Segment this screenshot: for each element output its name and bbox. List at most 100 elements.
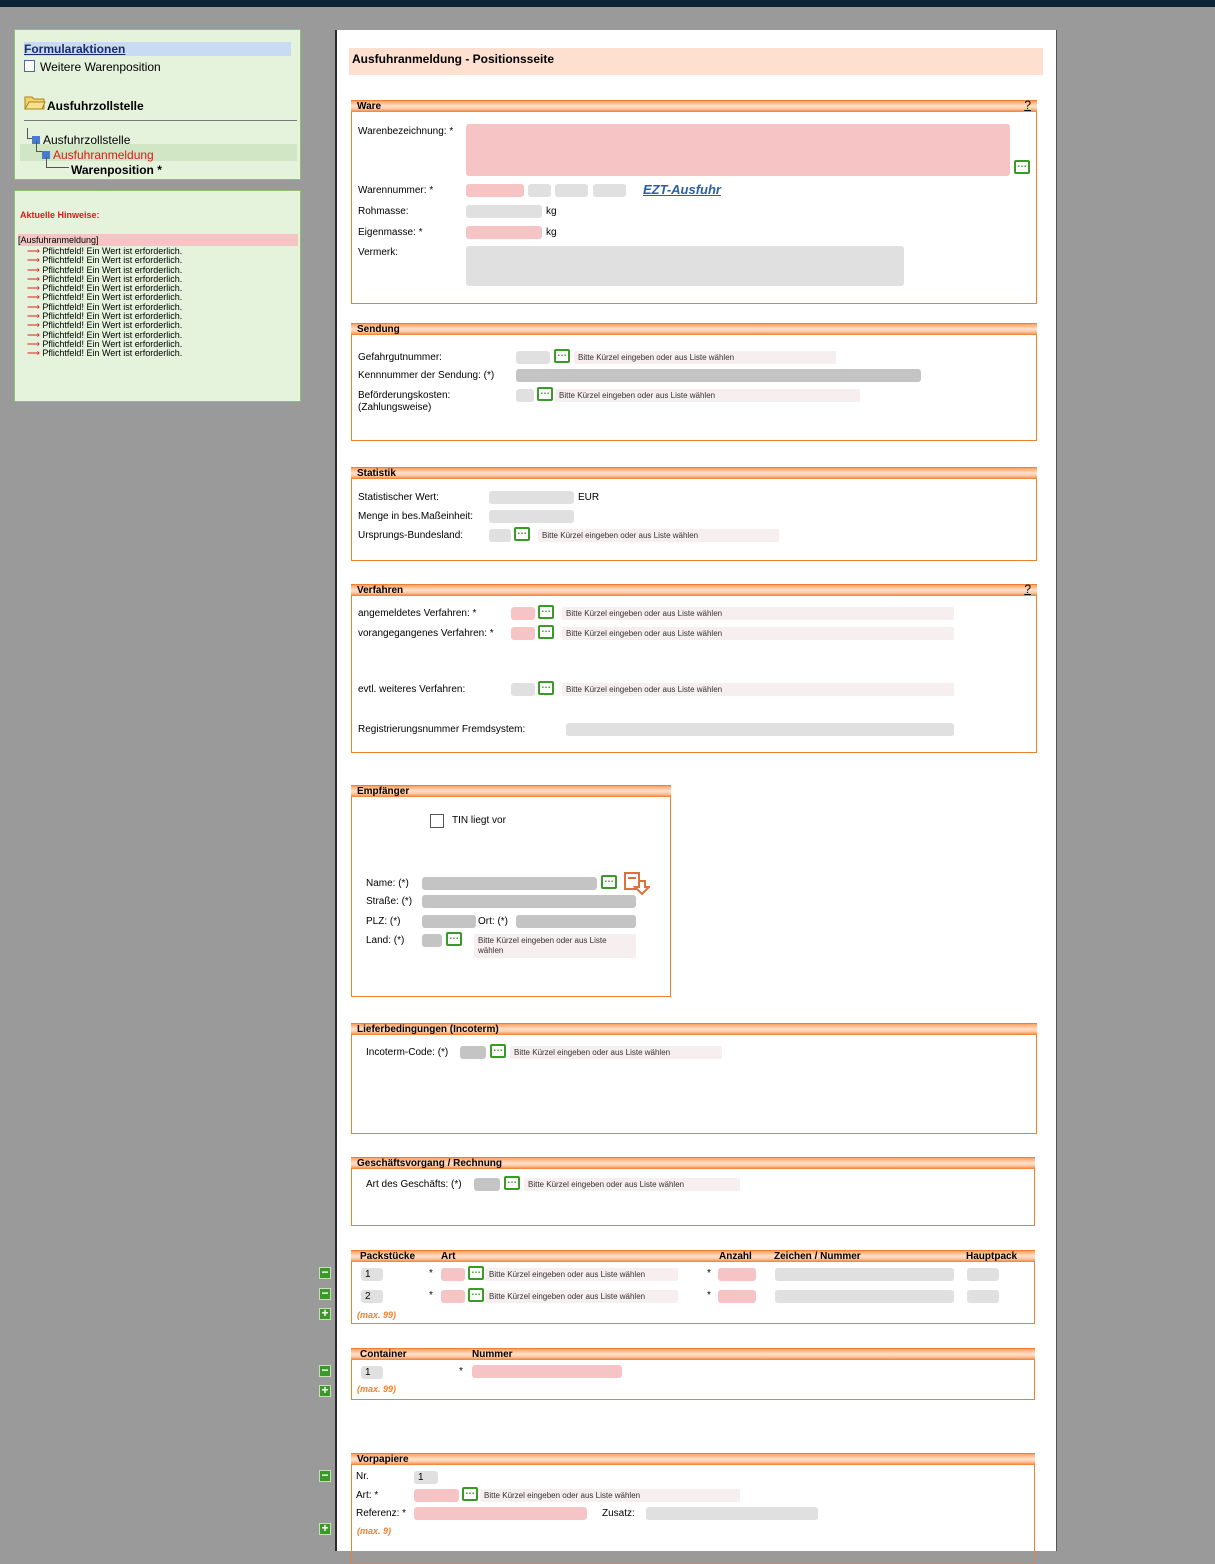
remove-row-button[interactable]: − <box>319 1287 331 1300</box>
warennummer-field-3[interactable] <box>555 184 588 197</box>
packstueck-anzahl-field[interactable] <box>718 1290 756 1303</box>
gefahrgut-lookup-button[interactable]: … <box>554 349 570 363</box>
section-packstuecke: Packstücke Art Anzahl Zeichen / Nummer H… <box>351 1250 1035 1324</box>
folder-icon <box>24 93 46 114</box>
referenz-label: Referenz: * <box>356 1508 407 1519</box>
land-field[interactable] <box>422 934 442 947</box>
office-title: Ausfuhrzollstelle <box>47 99 144 113</box>
add-row-button[interactable]: + <box>319 1307 331 1320</box>
packstueck-art-field[interactable] <box>441 1290 465 1303</box>
remove-row-button[interactable]: − <box>319 1266 331 1279</box>
incoterm-lookup-button[interactable]: … <box>490 1044 506 1058</box>
packstueck-art-field[interactable] <box>441 1268 465 1281</box>
referenz-field[interactable] <box>414 1507 587 1520</box>
angemeldet-field[interactable] <box>511 607 535 620</box>
section-sendung-header: Sendung <box>351 323 1037 335</box>
geschaeftsart-label: Art des Geschäfts: (*) <box>366 1179 462 1190</box>
vorpapier-art-lookup-button[interactable]: … <box>462 1487 478 1501</box>
weiteres-lookup-button[interactable]: … <box>538 681 554 695</box>
packstueck-nr-field[interactable]: 2 <box>361 1290 383 1303</box>
packstueck-hauptpack-field[interactable] <box>967 1268 999 1281</box>
help-icon[interactable]: ? <box>1024 583 1031 595</box>
art-label: Art: * <box>356 1490 379 1501</box>
add-row-button[interactable]: + <box>319 1384 331 1397</box>
eigenmasse-unit: kg <box>546 227 557 238</box>
statistischer-wert-field[interactable] <box>489 491 574 504</box>
packstueck-art-lookup-button[interactable]: … <box>468 1266 484 1280</box>
warenbezeichnung-label: Warenbezeichnung: * <box>358 126 454 137</box>
befoerderung-field[interactable] <box>516 389 534 402</box>
add-row-button[interactable]: + <box>319 1522 331 1535</box>
section-empfaenger: Empfänger TIN liegt vor Name: (*) … Stra… <box>351 785 671 997</box>
name-field[interactable] <box>422 877 597 890</box>
help-icon[interactable]: ? <box>1024 99 1031 111</box>
container-nr-field[interactable]: 1 <box>361 1366 383 1379</box>
packstueck-zeichen-field[interactable] <box>775 1268 954 1281</box>
packstueck-anzahl-field[interactable] <box>718 1268 756 1281</box>
vorpapier-nr-field[interactable]: 1 <box>414 1471 438 1484</box>
eigenmasse-field[interactable] <box>466 226 542 239</box>
strasse-field[interactable] <box>422 895 636 908</box>
table-row: 1 * … Bitte Kürzel eingeben oder aus Lis… <box>352 1266 1034 1282</box>
vermerk-field[interactable] <box>466 246 904 286</box>
incoterm-hint: Bitte Kürzel eingeben oder aus Liste wäh… <box>510 1046 722 1059</box>
kennnummer-field[interactable] <box>516 369 921 382</box>
geschaeftsart-lookup-button[interactable]: … <box>504 1176 520 1190</box>
hint-message[interactable]: ⟶ Pflichtfeld! Ein Wert ist erforderlich… <box>27 349 182 358</box>
section-vorpapiere: Vorpapiere Nr. 1 Art: * … Bitte Kürzel e… <box>351 1453 1035 1564</box>
ort-field[interactable] <box>516 915 636 928</box>
rohmasse-field[interactable] <box>466 205 542 218</box>
gefahrgut-label: Gefahrgutnummer: <box>358 352 442 363</box>
section-sendung: Sendung Gefahrgutnummer: … Bitte Kürzel … <box>351 323 1037 441</box>
weiteres-field[interactable] <box>511 683 535 696</box>
angemeldet-label: angemeldetes Verfahren: * <box>358 608 477 619</box>
section-statistik-header: Statistik <box>351 467 1037 479</box>
rohmasse-label: Rohmasse: <box>358 206 409 217</box>
incoterm-label: Incoterm-Code: (*) <box>366 1047 449 1058</box>
section-container: Container Nummer 1 * (max. 99) <box>351 1348 1035 1400</box>
packstueck-zeichen-field[interactable] <box>775 1290 954 1303</box>
section-geschaeftsvorgang: Geschäftsvorgang / Rechnung Art des Gesc… <box>351 1157 1035 1226</box>
vorangegangen-lookup-button[interactable]: … <box>538 625 554 639</box>
menge-field[interactable] <box>489 510 574 523</box>
container-nummer-field[interactable] <box>472 1365 622 1378</box>
warennummer-field-1[interactable] <box>466 184 524 197</box>
divider <box>24 120 297 121</box>
packstueck-nr-field[interactable]: 1 <box>361 1268 383 1281</box>
tree-item-position[interactable]: Warenposition * <box>71 163 162 177</box>
angemeldet-hint: Bitte Kürzel eingeben oder aus Liste wäh… <box>562 607 954 620</box>
packstueck-art-lookup-button[interactable]: … <box>468 1288 484 1302</box>
befoerderung-label: Beförderungskosten: (Zahlungsweise) <box>358 390 451 413</box>
table-row: 2 * … Bitte Kürzel eingeben oder aus Lis… <box>352 1288 1034 1304</box>
add-position-action[interactable]: Weitere Warenposition <box>24 60 161 74</box>
registrierung-field[interactable] <box>566 723 954 736</box>
bundesland-field[interactable] <box>489 529 511 542</box>
vorangegangen-field[interactable] <box>511 627 535 640</box>
bundesland-hint: Bitte Kürzel eingeben oder aus Liste wäh… <box>538 529 779 542</box>
warennummer-field-4[interactable] <box>593 184 626 197</box>
ezt-ausfuhr-link[interactable]: EZT-Ausfuhr <box>643 182 721 197</box>
land-lookup-button[interactable]: … <box>446 932 462 946</box>
name-lookup-button[interactable]: … <box>601 875 617 889</box>
warenbezeichnung-field[interactable] <box>466 124 1010 176</box>
warenbezeichnung-lookup-button[interactable]: … <box>1014 160 1030 174</box>
hints-panel: Aktuelle Hinweise: [Ausfuhranmeldung] ⟶ … <box>14 190 301 402</box>
vorpapier-art-field[interactable] <box>414 1489 459 1502</box>
geschaeftsart-field[interactable] <box>474 1178 500 1191</box>
angemeldet-lookup-button[interactable]: … <box>538 605 554 619</box>
tin-label: TIN liegt vor <box>452 815 506 826</box>
nr-label: Nr. <box>356 1471 369 1482</box>
remove-row-button[interactable]: − <box>319 1364 331 1377</box>
remove-row-button[interactable]: − <box>319 1469 331 1482</box>
gefahrgut-field[interactable] <box>516 351 550 364</box>
strasse-label: Straße: (*) <box>366 896 413 907</box>
incoterm-field[interactable] <box>460 1046 486 1059</box>
zusatz-field[interactable] <box>646 1507 818 1520</box>
tin-checkbox[interactable] <box>430 814 444 828</box>
packstueck-hauptpack-field[interactable] <box>967 1290 999 1303</box>
warennummer-field-2[interactable] <box>528 184 551 197</box>
bundesland-lookup-button[interactable]: … <box>514 527 530 541</box>
currency-label: EUR <box>578 492 600 503</box>
plz-field[interactable] <box>422 915 476 928</box>
befoerderung-lookup-button[interactable]: … <box>537 387 553 401</box>
